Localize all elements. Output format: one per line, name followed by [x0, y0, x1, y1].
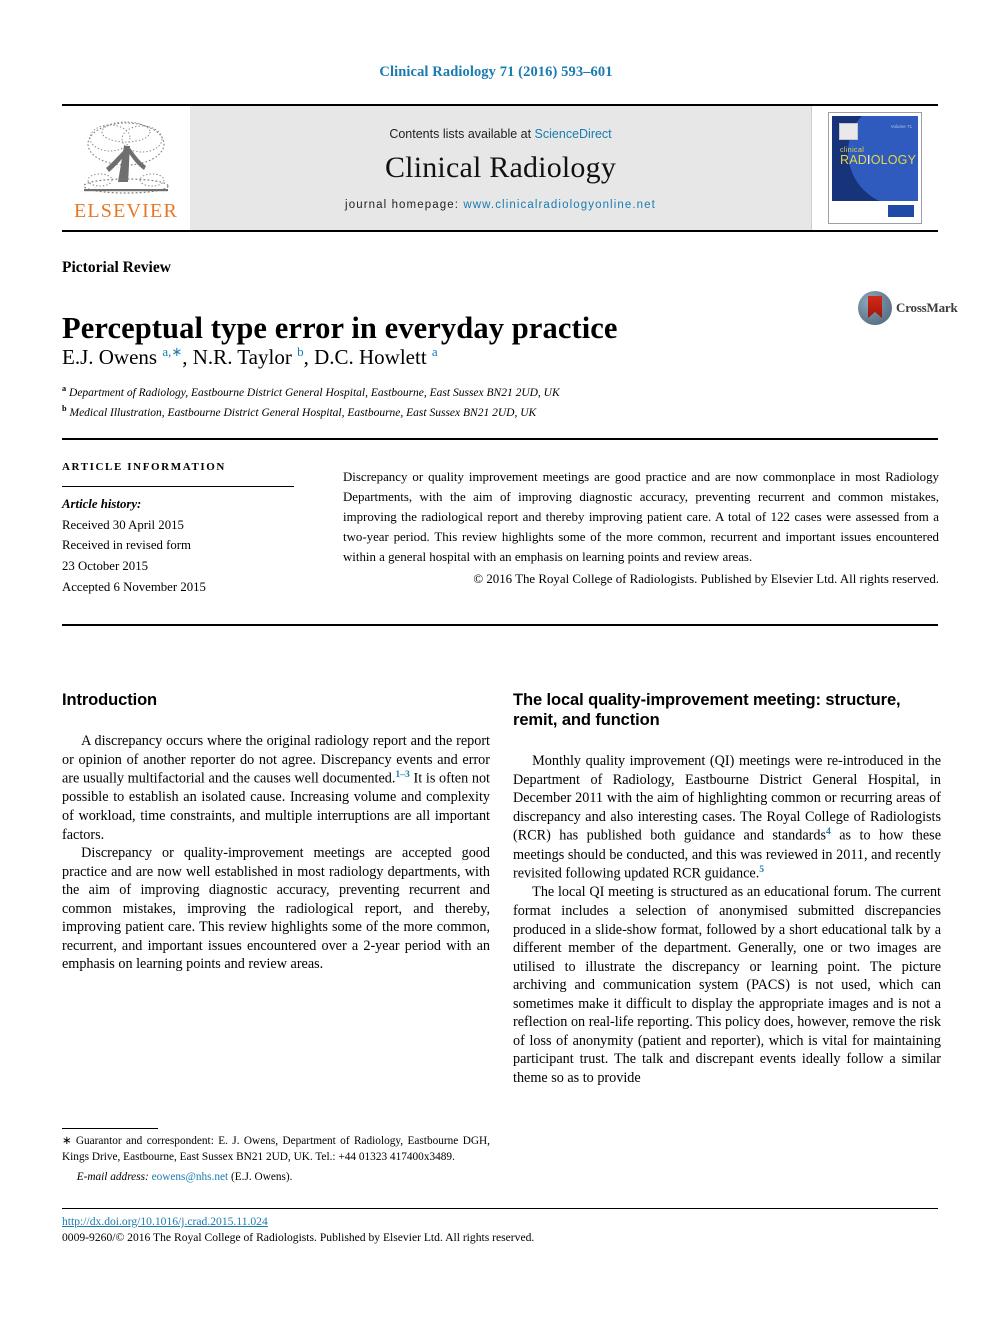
article-information-rule — [62, 486, 294, 487]
issn-copyright-line: 0009-9260/© 2016 The Royal College of Ra… — [62, 1231, 535, 1244]
intro-paragraph-2: Discrepancy or quality-improvement meeti… — [62, 845, 490, 973]
intro-paragraph-1: A discrepancy occurs where the original … — [62, 733, 490, 843]
cover-title-line2: RADIOLOGY — [840, 154, 916, 167]
correspondence-text: ∗ Guarantor and correspondent: E. J. Owe… — [62, 1135, 490, 1164]
journal-cover-container: Volume 71 clinical RADIOLOGY — [811, 106, 938, 230]
sciencedirect-link[interactable]: ScienceDirect — [535, 127, 612, 141]
cover-title-rad: RAD — [840, 153, 867, 167]
heading-local-qi-meeting: The local quality-improvement meeting: s… — [513, 691, 901, 730]
crossmark-badge[interactable]: CrossMark — [858, 287, 958, 329]
divider-above-article-info — [62, 438, 938, 440]
cover-title-ology: OLOGY — [870, 153, 917, 167]
journal-masthead: ELSEVIER Contents lists available at Sci… — [62, 104, 938, 232]
footnote-rule — [62, 1128, 158, 1129]
homepage-prefix: journal homepage: — [345, 199, 464, 211]
article-revised-label: Received in revised form — [62, 538, 191, 553]
affiliation-a-text: Department of Radiology, Eastbourne Dist… — [69, 386, 560, 399]
masthead-center: Contents lists available at ScienceDirec… — [190, 106, 811, 230]
article-history-block: Article history: Received 30 April 2015 … — [62, 494, 312, 598]
body-column-left: Introduction A discrepancy occurs where … — [62, 690, 490, 974]
email-link[interactable]: eowens@nhs.net — [152, 1171, 229, 1183]
page-title: Perceptual type error in everyday practi… — [62, 311, 618, 346]
heading-introduction: Introduction — [62, 691, 158, 709]
doi-link[interactable]: http://dx.doi.org/10.1016/j.crad.2015.11… — [62, 1215, 268, 1228]
email-label: E-mail address: — [76, 1170, 149, 1183]
running-head-citation: Clinical Radiology 71 (2016) 593–601 — [379, 64, 613, 80]
affiliation-a: a Department of Radiology, Eastbourne Di… — [62, 384, 560, 399]
email-suffix: (E.J. Owens). — [231, 1170, 293, 1183]
journal-homepage-link[interactable]: www.clinicalradiologyonline.net — [463, 199, 656, 211]
email-line: E-mail address: eowens@nhs.net (E.J. Owe… — [62, 1169, 490, 1185]
journal-homepage-line: journal homepage: www.clinicalradiologyo… — [345, 199, 656, 211]
cover-publisher-logo — [888, 205, 914, 217]
article-history-label: Article history: — [62, 497, 142, 511]
elsevier-logo: ELSEVIER — [62, 106, 190, 230]
elsevier-wordmark: ELSEVIER — [73, 199, 179, 222]
footer-rule — [62, 1208, 938, 1209]
article-received-date: Received 30 April 2015 — [62, 517, 184, 532]
affiliation-list: a Department of Radiology, Eastbourne Di… — [62, 383, 922, 422]
crossmark-icon — [858, 291, 892, 325]
divider-below-abstract — [62, 624, 938, 626]
article-section-label: Pictorial Review — [62, 259, 171, 276]
abstract-copyright: © 2016 The Royal College of Radiologists… — [473, 572, 939, 586]
author-list: E.J. Owens a,∗, N.R. Taylor b, D.C. Howl… — [62, 344, 438, 369]
abstract-block: Discrepancy or quality improvement meeti… — [343, 467, 939, 589]
journal-title: Clinical Radiology — [384, 151, 617, 184]
affiliation-b: b Medical Illustration, Eastbourne Distr… — [62, 403, 537, 419]
qi-paragraph-2: The local QI meeting is structured as an… — [513, 884, 941, 1086]
affiliation-b-text: Medical Illustration, Eastbourne Distric… — [69, 406, 537, 419]
article-accepted-date: Accepted 6 November 2015 — [62, 579, 206, 594]
article-revised-date: 23 October 2015 — [62, 559, 149, 574]
contents-prefix: Contents lists available at — [389, 127, 535, 141]
abstract-text: Discrepancy or quality improvement meeti… — [343, 470, 939, 564]
article-information-heading: ARTICLE INFORMATION — [62, 461, 226, 473]
body-column-right: The local quality-improvement meeting: s… — [513, 690, 941, 1087]
journal-article-page: Clinical Radiology 71 (2016) 593–601 ELS… — [0, 0, 992, 1323]
correspondence-footnote: ∗ Guarantor and correspondent: E. J. Owe… — [62, 1133, 490, 1185]
cover-corner-text: Volume 71 — [890, 124, 912, 129]
contents-available-line: Contents lists available at ScienceDirec… — [389, 127, 611, 141]
rcr-crest-icon — [839, 123, 858, 140]
cover-artwork: Volume 71 clinical RADIOLOGY — [832, 116, 918, 220]
qi-paragraph-1: Monthly quality improvement (QI) meeting… — [513, 753, 941, 882]
crossmark-label: CrossMark — [896, 300, 958, 315]
journal-cover-thumbnail[interactable]: Volume 71 clinical RADIOLOGY — [828, 112, 922, 224]
elsevier-tree-icon — [83, 121, 169, 194]
